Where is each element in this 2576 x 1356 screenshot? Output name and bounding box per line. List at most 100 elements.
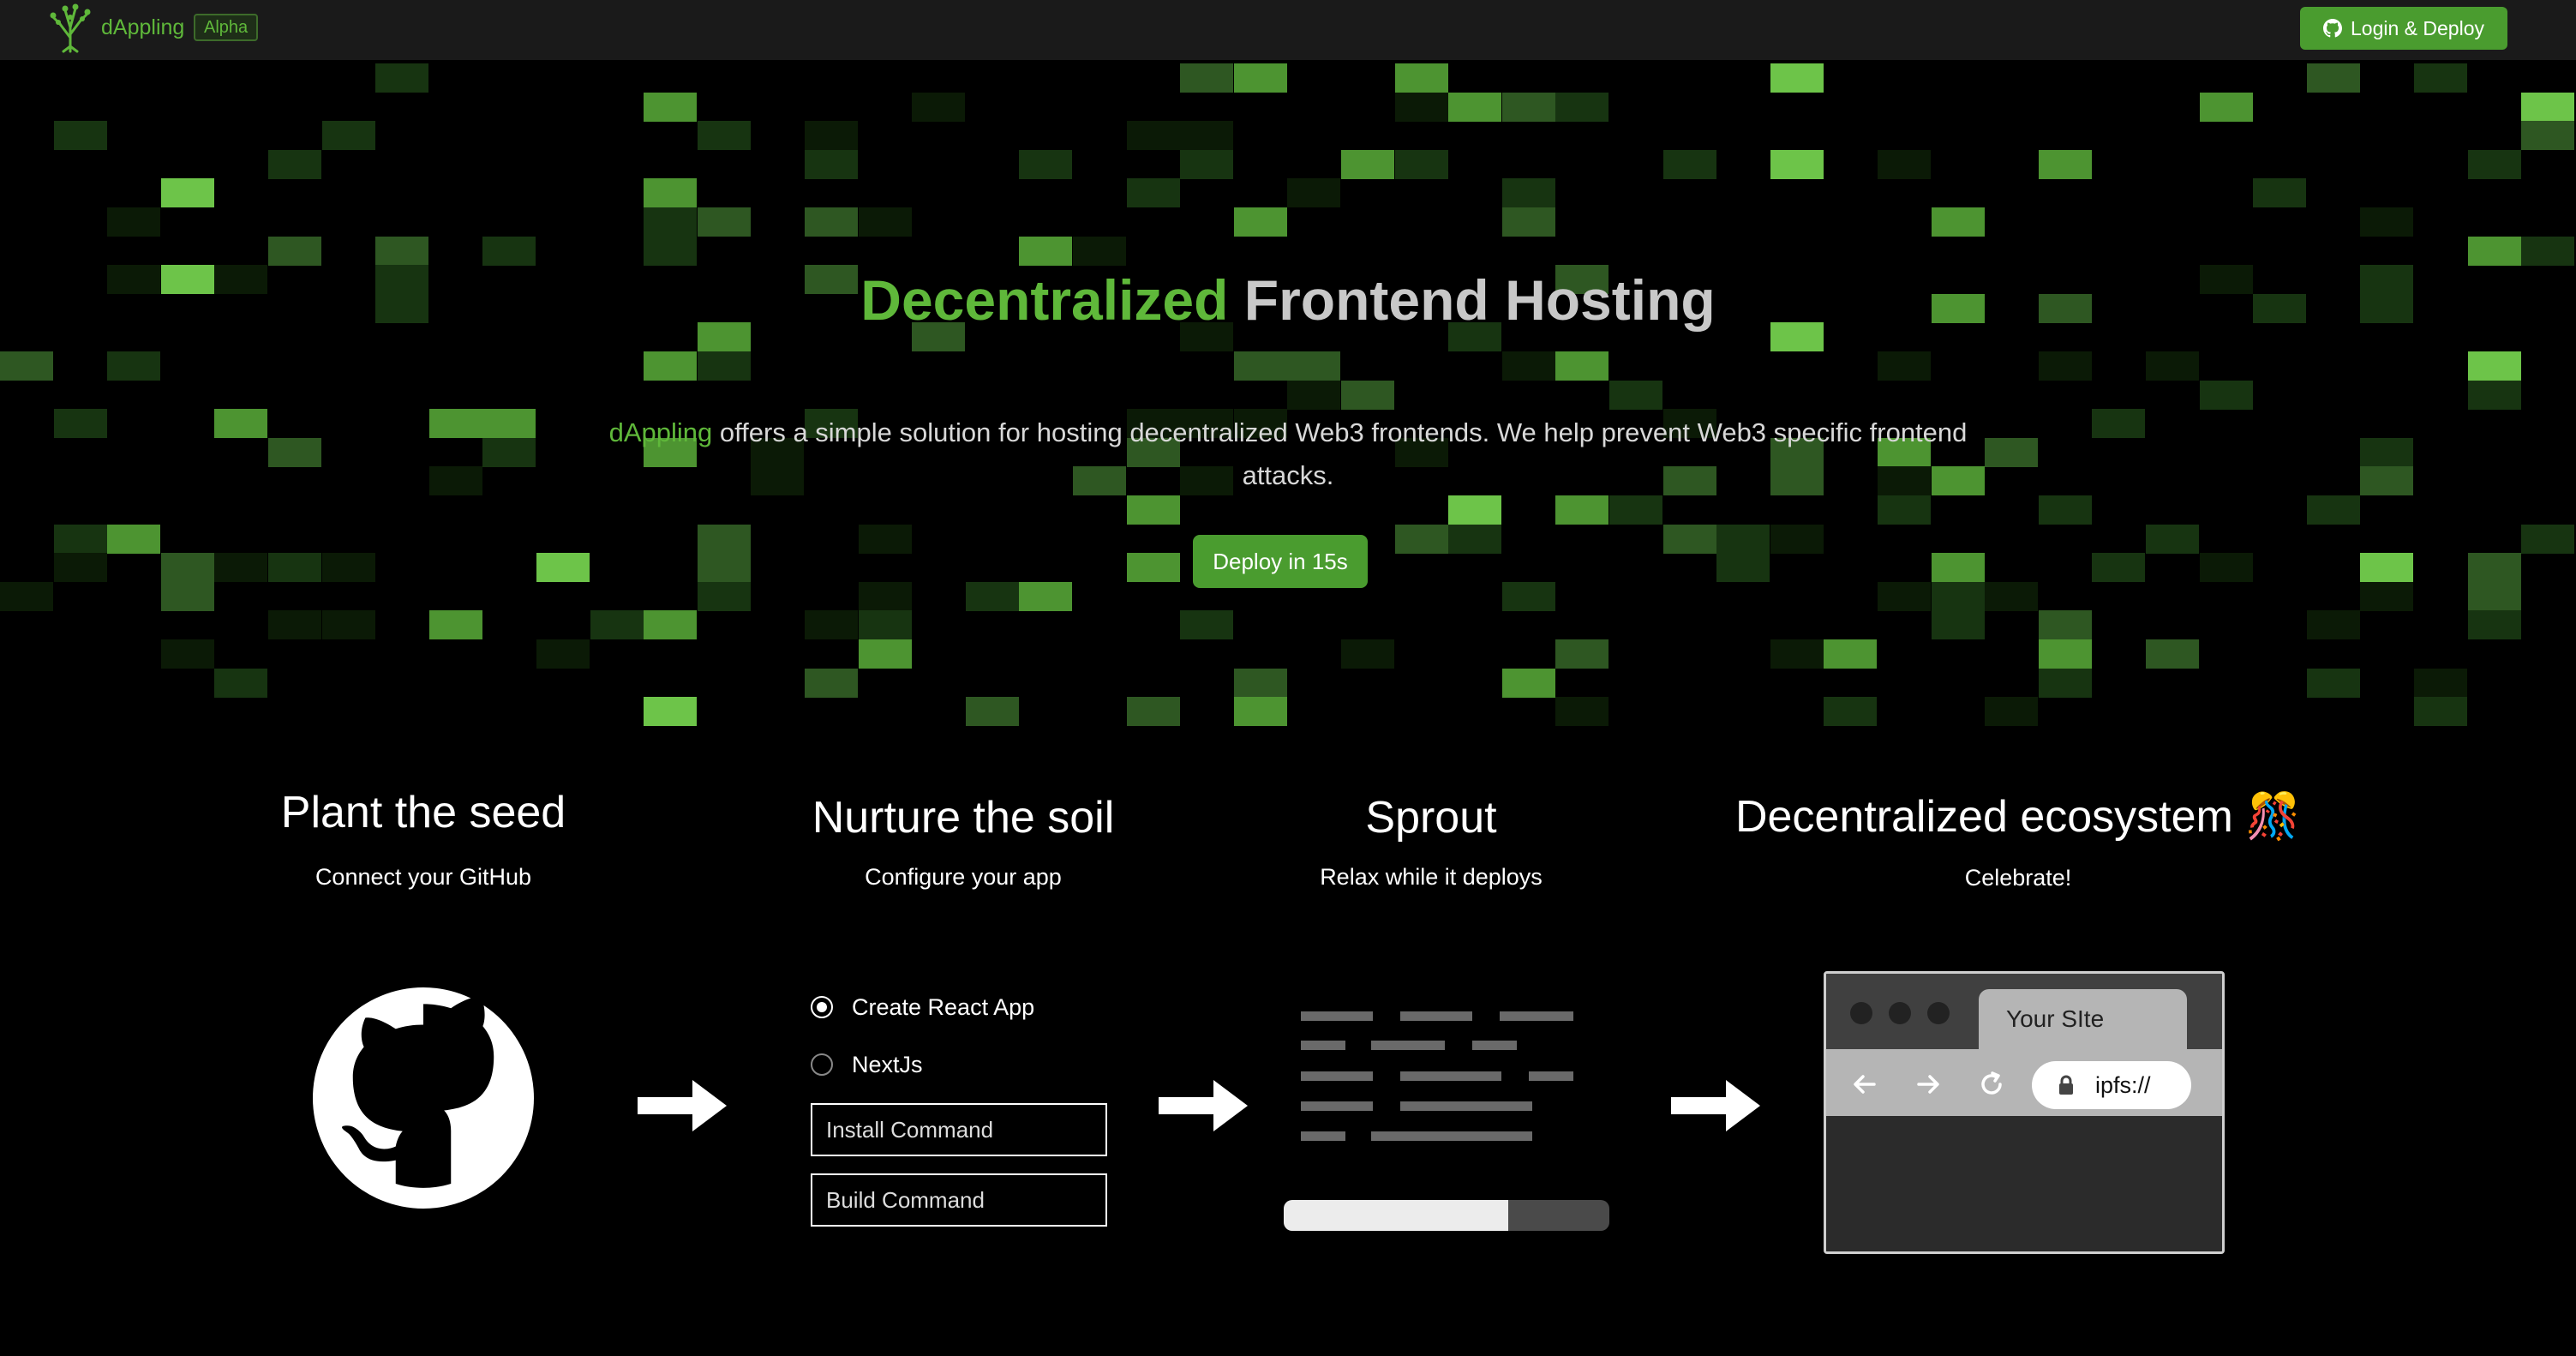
url-bar: ipfs://	[2032, 1061, 2191, 1109]
arrow-right-icon	[1671, 1080, 1760, 1131]
radio-button[interactable]	[811, 1053, 833, 1076]
background-tile	[698, 525, 751, 554]
top-navbar: dAppling Alpha Login & Deploy	[0, 0, 2576, 60]
background-tile	[805, 207, 858, 237]
background-tile	[2146, 525, 2199, 554]
radio-nextjs[interactable]: NextJs	[811, 1043, 1111, 1086]
background-tile	[644, 178, 697, 207]
step-title: Sprout	[1365, 793, 1497, 843]
background-tile	[161, 639, 214, 669]
browser-tab: Your SIte	[1979, 989, 2187, 1049]
background-tile	[805, 150, 858, 179]
background-tile	[268, 553, 321, 582]
background-tile	[2039, 669, 2092, 698]
background-tile	[2307, 495, 2360, 525]
background-tile	[268, 150, 321, 179]
background-tile	[2521, 525, 2574, 554]
brand-name[interactable]: dAppling	[101, 15, 184, 40]
background-tile	[1127, 178, 1180, 207]
background-tile	[1770, 639, 1824, 669]
radio-create-react-app[interactable]: Create React App	[811, 986, 1111, 1029]
background-tile	[2092, 553, 2145, 582]
background-tile	[698, 207, 751, 237]
background-tile	[1555, 351, 1609, 381]
hero-desc-brand[interactable]: dAppling	[609, 417, 713, 447]
lock-icon	[2059, 1075, 2073, 1095]
tree-logo-icon[interactable]	[50, 2, 91, 53]
background-tile	[1824, 639, 1877, 669]
background-tile	[698, 121, 751, 150]
background-tile	[268, 237, 321, 266]
background-tile	[214, 553, 267, 582]
log-line	[1371, 1041, 1445, 1050]
background-tile	[1932, 207, 1985, 237]
log-line	[1301, 1011, 1373, 1021]
background-tile	[375, 237, 428, 266]
background-tile	[214, 669, 267, 698]
background-tile	[1878, 351, 1931, 381]
browser-mockup: Your SIte ipfs://	[1824, 971, 2225, 1254]
reload-icon	[1981, 1071, 2002, 1095]
background-tile	[1180, 150, 1233, 179]
log-line	[1400, 1101, 1532, 1111]
url-text: ipfs://	[2095, 1072, 2151, 1098]
browser-titlebar: Your SIte	[1826, 974, 2222, 1049]
background-tile	[2468, 351, 2521, 381]
background-tile	[2039, 639, 2092, 669]
background-tile	[1502, 351, 1555, 381]
background-tile	[805, 121, 858, 150]
background-tile	[214, 409, 267, 438]
background-tile	[1341, 639, 1394, 669]
alpha-badge: Alpha	[194, 14, 259, 41]
hero-desc-text: offers a simple solution for hosting dec…	[719, 417, 1968, 490]
background-tile	[1770, 150, 1824, 179]
background-tile	[1932, 582, 1985, 611]
step-plant-seed: Plant the seed Connect your GitHub	[252, 787, 595, 891]
background-tile	[161, 582, 214, 611]
background-tile	[54, 409, 107, 438]
background-tile	[1019, 150, 1072, 179]
deploy-cta-button[interactable]: Deploy in 15s	[1193, 535, 1368, 588]
background-tile	[2039, 150, 2092, 179]
background-tile	[2414, 63, 2467, 93]
background-tile	[644, 351, 697, 381]
radio-button[interactable]	[811, 996, 833, 1018]
background-tile	[859, 582, 912, 611]
background-tile	[1448, 93, 1501, 122]
log-line	[1371, 1131, 1532, 1141]
step-subtitle: Relax while it deploys	[1320, 864, 1543, 890]
background-tile	[161, 178, 214, 207]
background-tile	[1448, 495, 1501, 525]
background-tile	[1555, 639, 1609, 669]
background-tile	[1287, 178, 1340, 207]
arrow-right-icon	[638, 1080, 727, 1131]
step-subtitle: Configure your app	[865, 864, 1062, 890]
background-tile	[1663, 525, 1716, 554]
background-tile	[2468, 553, 2521, 582]
install-command-input[interactable]: Install Command	[811, 1103, 1107, 1156]
background-tile	[1234, 207, 1287, 237]
background-tile	[429, 466, 482, 495]
background-tile	[1502, 93, 1555, 122]
background-tile	[322, 121, 375, 150]
background-tile	[1395, 63, 1448, 93]
login-deploy-button[interactable]: Login & Deploy	[2300, 7, 2507, 50]
log-line	[1400, 1071, 1501, 1081]
background-tile	[805, 669, 858, 698]
progress-fill	[1284, 1200, 1509, 1231]
forward-icon	[1917, 1075, 1939, 1094]
background-tile	[1180, 63, 1233, 93]
step-ecosystem: Decentralized ecosystem 🎊 Celebrate!	[1727, 790, 2309, 891]
background-tile	[322, 610, 375, 639]
background-tile	[1019, 237, 1072, 266]
step-title: Nurture the soil	[812, 793, 1115, 843]
background-tile	[2092, 409, 2145, 438]
background-tile	[1395, 150, 1448, 179]
build-command-input[interactable]: Build Command	[811, 1173, 1107, 1227]
background-tile	[2468, 381, 2521, 410]
background-tile	[1502, 178, 1555, 207]
background-tile	[1716, 553, 1770, 582]
background-tile	[482, 438, 536, 467]
background-tile	[107, 525, 160, 554]
background-tile	[322, 553, 375, 582]
